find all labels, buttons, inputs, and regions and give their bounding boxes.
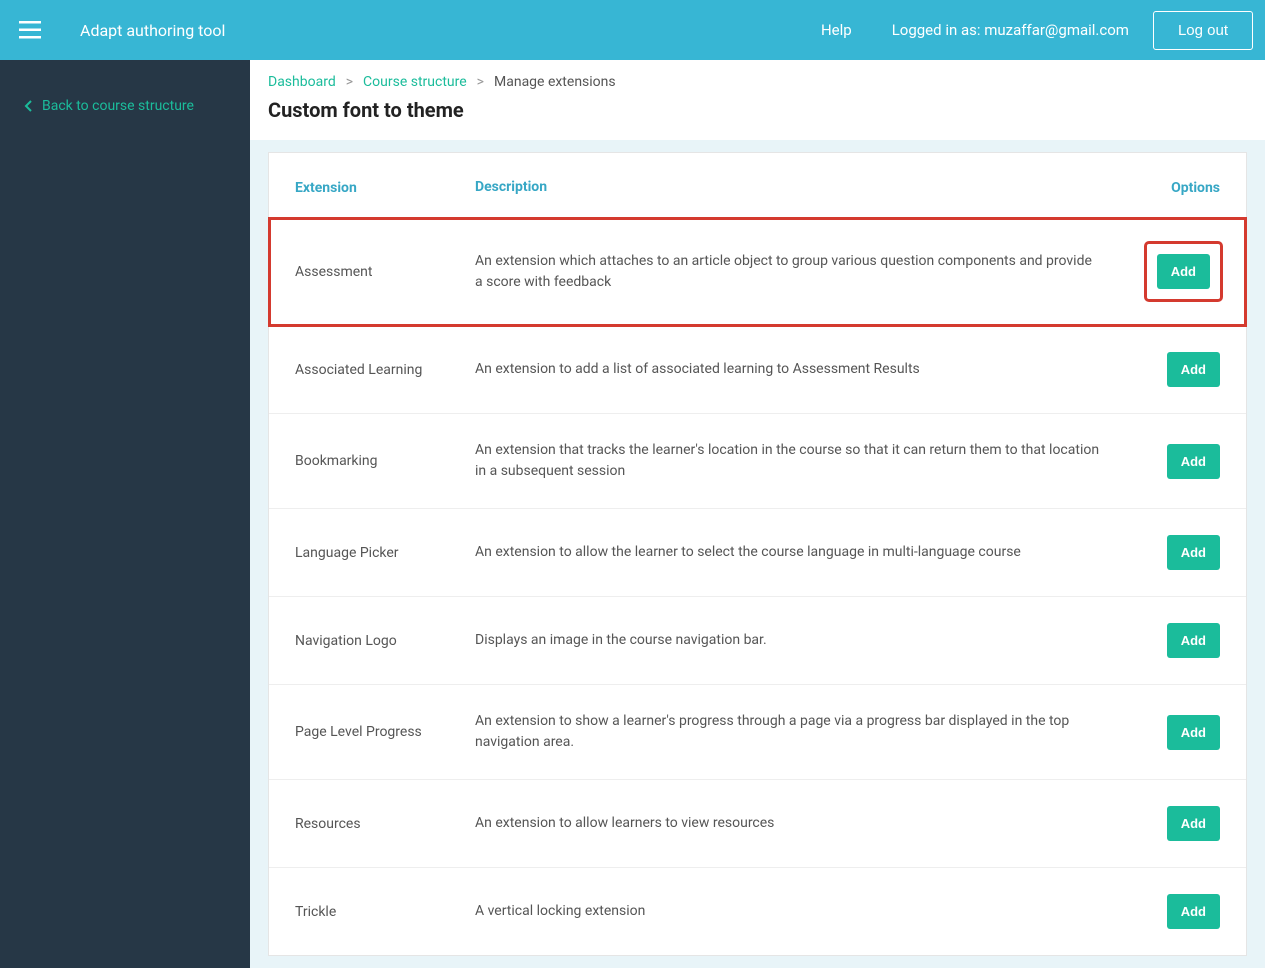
table-row: Language PickerAn extension to allow the…: [269, 509, 1246, 597]
logged-in-label: Logged in as: muzaffar@gmail.com: [892, 21, 1129, 39]
extension-options: Add: [1140, 623, 1220, 658]
add-button[interactable]: Add: [1167, 894, 1220, 929]
table-row: Page Level ProgressAn extension to show …: [269, 685, 1246, 780]
extension-options: Add: [1140, 444, 1220, 479]
add-button[interactable]: Add: [1157, 254, 1210, 289]
topbar: Adapt authoring tool Help Logged in as: …: [0, 0, 1265, 60]
breadcrumb-current: Manage extensions: [494, 74, 616, 90]
extension-name: Navigation Logo: [295, 633, 475, 649]
extension-description: An extension to allow the learner to sel…: [475, 542, 1140, 563]
col-header-options: Options: [1140, 180, 1220, 196]
table-header-row: Extension Description Options: [269, 153, 1246, 218]
table-row: TrickleA vertical locking extension Add: [269, 868, 1246, 955]
extension-description: An extension to show a learner's progres…: [475, 711, 1140, 753]
table-row: AssessmentAn extension which attaches to…: [269, 218, 1246, 326]
help-link[interactable]: Help: [821, 21, 852, 39]
content-header: Dashboard > Course structure > Manage ex…: [250, 60, 1265, 140]
extension-name: Assessment: [295, 264, 475, 280]
add-button[interactable]: Add: [1167, 444, 1220, 479]
extension-name: Bookmarking: [295, 453, 475, 469]
extension-options: Add: [1140, 806, 1220, 841]
back-to-course-link[interactable]: Back to course structure: [0, 90, 250, 122]
extension-name: Associated Learning: [295, 362, 475, 378]
back-link-label: Back to course structure: [42, 98, 194, 114]
chevron-left-icon: [24, 100, 32, 112]
menu-toggle[interactable]: [0, 0, 60, 60]
extension-options: Add: [1140, 535, 1220, 570]
col-header-description: Description: [475, 177, 1140, 198]
extension-description: An extension to add a list of associated…: [475, 359, 1140, 380]
extension-description: An extension to allow learners to view r…: [475, 813, 1140, 834]
extension-options: Add: [1140, 352, 1220, 387]
page-title: Custom font to theme: [268, 98, 1247, 122]
table-row: Associated LearningAn extension to add a…: [269, 326, 1246, 414]
extensions-table: Extension Description Options Assessment…: [268, 152, 1247, 956]
user-email: muzaffar@gmail.com: [984, 21, 1129, 39]
add-button[interactable]: Add: [1167, 806, 1220, 841]
add-button[interactable]: Add: [1167, 352, 1220, 387]
extension-description: Displays an image in the course navigati…: [475, 630, 1140, 651]
extension-options: Add: [1140, 894, 1220, 929]
add-button[interactable]: Add: [1167, 535, 1220, 570]
add-button[interactable]: Add: [1167, 715, 1220, 750]
table-row: Navigation LogoDisplays an image in the …: [269, 597, 1246, 685]
extension-name: Resources: [295, 816, 475, 832]
breadcrumb-course-structure[interactable]: Course structure: [363, 74, 467, 90]
extension-description: A vertical locking extension: [475, 901, 1140, 922]
extension-options: Add: [1140, 715, 1220, 750]
add-button[interactable]: Add: [1167, 623, 1220, 658]
breadcrumb-dashboard[interactable]: Dashboard: [268, 74, 336, 90]
col-header-extension: Extension: [295, 180, 475, 196]
extension-description: An extension which attaches to an articl…: [475, 251, 1140, 293]
breadcrumb-separator: >: [346, 74, 353, 90]
breadcrumb: Dashboard > Course structure > Manage ex…: [268, 74, 1247, 90]
table-row: BookmarkingAn extension that tracks the …: [269, 414, 1246, 509]
extension-description: An extension that tracks the learner's l…: [475, 440, 1140, 482]
extension-name: Language Picker: [295, 545, 475, 561]
hamburger-icon: [19, 21, 41, 39]
table-row: ResourcesAn extension to allow learners …: [269, 780, 1246, 868]
app-title: Adapt authoring tool: [80, 21, 225, 40]
extension-name: Trickle: [295, 904, 475, 920]
sidebar: Back to course structure: [0, 60, 250, 968]
add-button-highlight: Add: [1147, 244, 1220, 299]
extension-options: Add: [1140, 244, 1220, 299]
extension-name: Page Level Progress: [295, 724, 475, 740]
main-content: Dashboard > Course structure > Manage ex…: [250, 60, 1265, 968]
logout-button[interactable]: Log out: [1153, 11, 1253, 50]
breadcrumb-separator: >: [477, 74, 484, 90]
